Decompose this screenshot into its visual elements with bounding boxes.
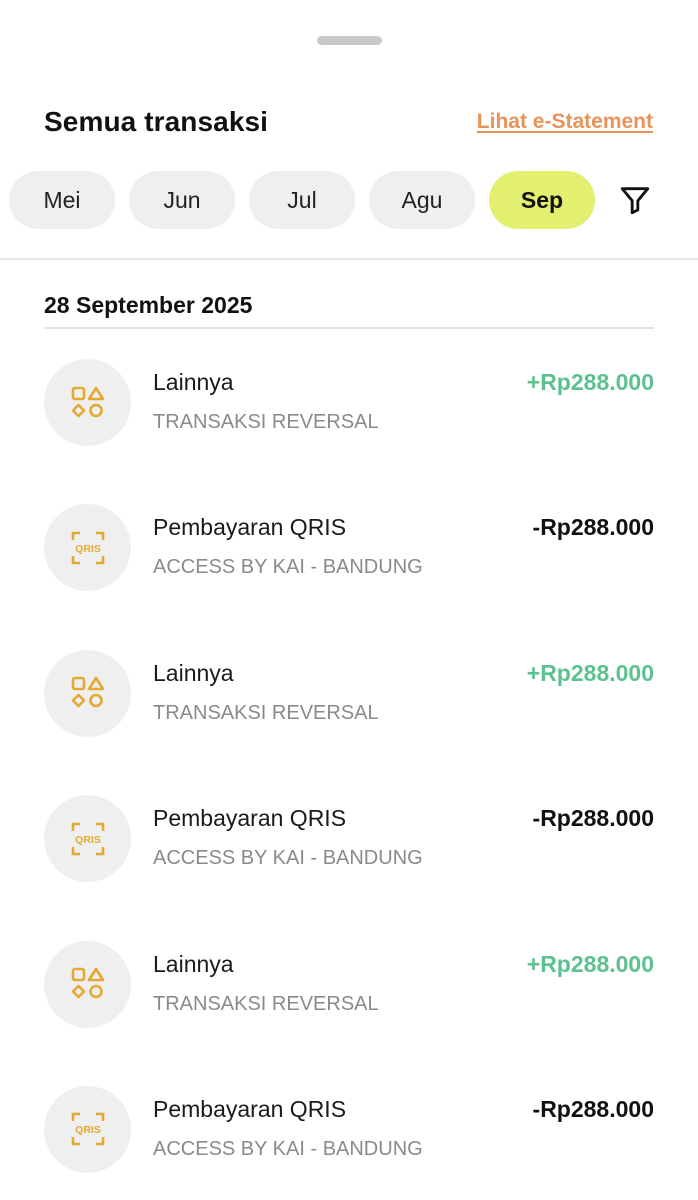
transaction-row[interactable]: QRIS Pembayaran QRIS ACCESS BY KAI - BAN…	[44, 1085, 654, 1200]
transaction-subtitle: TRANSAKSI REVERSAL	[153, 411, 379, 433]
month-chip-label: Sep	[520, 186, 564, 213]
transaction-icon-circle: QRIS	[44, 795, 131, 883]
transaction-amount: -Rp288.000	[532, 514, 654, 541]
qris-icon: QRIS	[71, 531, 104, 565]
filter-icon	[620, 187, 650, 215]
transaction-row[interactable]: Lainnya TRANSAKSI REVERSAL +Rp288.000	[44, 649, 654, 795]
filter-button[interactable]	[615, 180, 655, 220]
transaction-icon-circle	[44, 359, 131, 446]
e-statement-link[interactable]: Lihat e-Statement	[477, 110, 653, 134]
transaction-amount: -Rp288.000	[532, 1095, 654, 1122]
transaction-amount: +Rp288.000	[526, 369, 654, 395]
transaction-row[interactable]: Lainnya TRANSAKSI REVERSAL +Rp288.000	[44, 940, 654, 1086]
transaction-row[interactable]: QRIS Pembayaran QRIS ACCESS BY KAI - BAN…	[44, 795, 654, 940]
transaction-title: Lainnya	[153, 950, 234, 977]
transaction-amount: +Rp288.000	[526, 659, 654, 686]
transaction-title: Lainnya	[153, 369, 234, 395]
qris-icon: QRIS	[71, 1113, 104, 1146]
transaction-row[interactable]: Lainnya TRANSAKSI REVERSAL +Rp288.000	[44, 359, 654, 504]
month-chip-agu[interactable]: Agu	[369, 171, 475, 229]
transaction-icon-circle: QRIS	[44, 504, 131, 592]
transaction-row[interactable]: QRIS Pembayaran QRIS ACCESS BY KAI - BAN…	[44, 504, 654, 649]
shapes-icon	[71, 386, 104, 417]
transaction-icon-circle	[44, 940, 131, 1028]
transaction-subtitle: ACCESS BY KAI - BANDUNG	[153, 556, 423, 579]
qris-icon-text: QRIS	[75, 834, 101, 846]
month-chip-jul[interactable]: Jul	[249, 171, 355, 229]
month-chip-mei[interactable]: Mei	[9, 171, 115, 229]
shapes-icon	[71, 967, 104, 999]
month-chip-label: Jul	[287, 186, 317, 213]
month-chip-label: Agu	[401, 186, 443, 213]
transaction-icon-circle: QRIS	[44, 1085, 131, 1173]
month-filter-row: Mei Jun Jul Agu Sep	[9, 171, 698, 229]
transaction-icon-circle	[44, 649, 131, 737]
transaction-list: Lainnya TRANSAKSI REVERSAL +Rp288.000 QR…	[44, 359, 654, 1200]
shapes-icon	[71, 676, 104, 708]
transaction-title: Pembayaran QRIS	[153, 805, 347, 832]
drag-handle[interactable]	[317, 36, 382, 45]
transaction-subtitle: TRANSAKSI REVERSAL	[153, 701, 379, 724]
qris-icon-text: QRIS	[75, 543, 101, 555]
date-group-header: 28 September 2025	[44, 292, 253, 318]
date-divider	[44, 327, 654, 329]
transaction-amount: -Rp288.000	[532, 805, 654, 832]
transaction-subtitle: TRANSAKSI REVERSAL	[153, 992, 379, 1015]
transaction-subtitle: ACCESS BY KAI - BANDUNG	[153, 1137, 423, 1160]
section-divider	[0, 258, 698, 260]
transaction-title: Pembayaran QRIS	[153, 514, 347, 541]
qris-icon: QRIS	[71, 822, 104, 855]
month-chip-sep[interactable]: Sep	[489, 171, 595, 229]
page-title: Semua transaksi	[44, 106, 269, 137]
month-chip-label: Mei	[43, 186, 81, 213]
transaction-title: Pembayaran QRIS	[153, 1095, 347, 1122]
transaction-title: Lainnya	[153, 659, 234, 686]
transaction-subtitle: ACCESS BY KAI - BANDUNG	[153, 847, 423, 870]
month-chip-label: Jun	[163, 186, 201, 213]
qris-icon-text: QRIS	[75, 1124, 101, 1136]
month-chip-jun[interactable]: Jun	[129, 171, 235, 229]
header: Semua transaksi Lihat e-Statement	[44, 104, 653, 140]
transaction-amount: +Rp288.000	[526, 950, 654, 977]
